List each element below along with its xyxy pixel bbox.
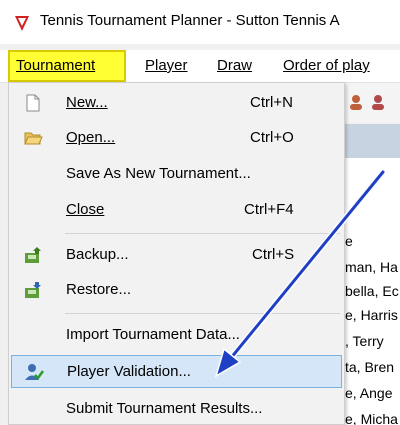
- menu-item-label: New...: [66, 94, 108, 111]
- menu-order-of-play-label: Order of play: [283, 57, 370, 74]
- menu-separator: [65, 233, 340, 234]
- open-label: Open...: [66, 129, 116, 146]
- menu-item-player-validation[interactable]: Player Validation...: [11, 355, 342, 388]
- list-header: [345, 124, 400, 158]
- menu-order-of-play[interactable]: Order of play: [275, 50, 378, 82]
- menu-item-import-tournament-data[interactable]: Import Tournament Data...: [11, 320, 342, 350]
- menu-item-submit-results[interactable]: Submit Tournament Results...: [11, 394, 342, 424]
- player-list: e man, Ha bella, Ec e, Harris , Terry ta…: [345, 158, 400, 425]
- close-label: Close: [66, 201, 105, 218]
- menu-item-label: Backup...: [66, 246, 129, 263]
- menu-separator: [65, 313, 340, 314]
- menu-tournament[interactable]: Tournament: [8, 50, 126, 82]
- player-validation-icon: [25, 364, 44, 380]
- menu-draw[interactable]: Draw: [209, 50, 260, 82]
- restore-icon: [25, 282, 41, 298]
- menu-item-label: Restore...: [66, 281, 132, 298]
- list-item[interactable]: bella, Ec: [345, 280, 399, 302]
- menu-item-close[interactable]: Close Ctrl+F4: [11, 195, 342, 225]
- user-remove-icon[interactable]: [369, 93, 387, 111]
- menu-player-label: Player: [145, 57, 188, 74]
- list-item[interactable]: e, Ange: [345, 382, 393, 404]
- list-item[interactable]: , Terry: [345, 330, 384, 352]
- tournament-dropdown-menu: New... Ctrl+N Open... Ctrl+O Save As New…: [8, 82, 345, 425]
- menu-item-save-as-new[interactable]: Save As New Tournament...: [11, 159, 342, 189]
- menu-item-label: Import Tournament Data...: [66, 326, 240, 343]
- menu-item-label: Close: [66, 201, 104, 218]
- menu-draw-label: Draw: [217, 57, 253, 74]
- list-item[interactable]: ta, Bren: [345, 356, 394, 378]
- menu-item-open[interactable]: Open... Ctrl+O: [11, 123, 342, 153]
- user-icon[interactable]: [347, 93, 365, 111]
- menu-bar: Tournament Player Draw Order of play: [0, 50, 400, 83]
- backup-icon: [25, 247, 41, 263]
- menu-item-new[interactable]: New... Ctrl+N: [11, 88, 342, 118]
- menu-item-label: Player Validation...: [67, 363, 191, 380]
- app-logo-icon: [15, 16, 29, 31]
- toolbar-fragment: [345, 83, 400, 123]
- menu-tournament-label: Tournament: [16, 57, 96, 74]
- menu-item-label: Open...: [66, 129, 115, 146]
- open-folder-icon: [24, 132, 43, 145]
- menu-item-shortcut: Ctrl+S: [252, 246, 295, 263]
- menu-item-label: Save As New Tournament...: [66, 165, 251, 182]
- new-document-icon: [26, 94, 40, 112]
- list-item[interactable]: e, Harris: [345, 304, 398, 326]
- menu-item-restore[interactable]: Restore...: [11, 275, 342, 305]
- menu-item-label: Submit Tournament Results...: [66, 400, 263, 417]
- menu-item-shortcut: Ctrl+N: [250, 94, 293, 111]
- title-bar: Tennis Tournament Planner - Sutton Tenni…: [0, 0, 400, 44]
- menu-item-backup[interactable]: Backup... Ctrl+S: [11, 240, 342, 270]
- window-title: Tennis Tournament Planner - Sutton Tenni…: [40, 12, 340, 29]
- new-label: New...: [66, 94, 108, 111]
- list-item[interactable]: man, Ha: [345, 256, 398, 278]
- list-item[interactable]: e: [345, 230, 353, 252]
- list-item[interactable]: e, Micha: [345, 408, 398, 425]
- menu-item-shortcut: Ctrl+F4: [244, 201, 294, 218]
- menu-item-shortcut: Ctrl+O: [250, 129, 294, 146]
- menu-player[interactable]: Player: [137, 50, 196, 82]
